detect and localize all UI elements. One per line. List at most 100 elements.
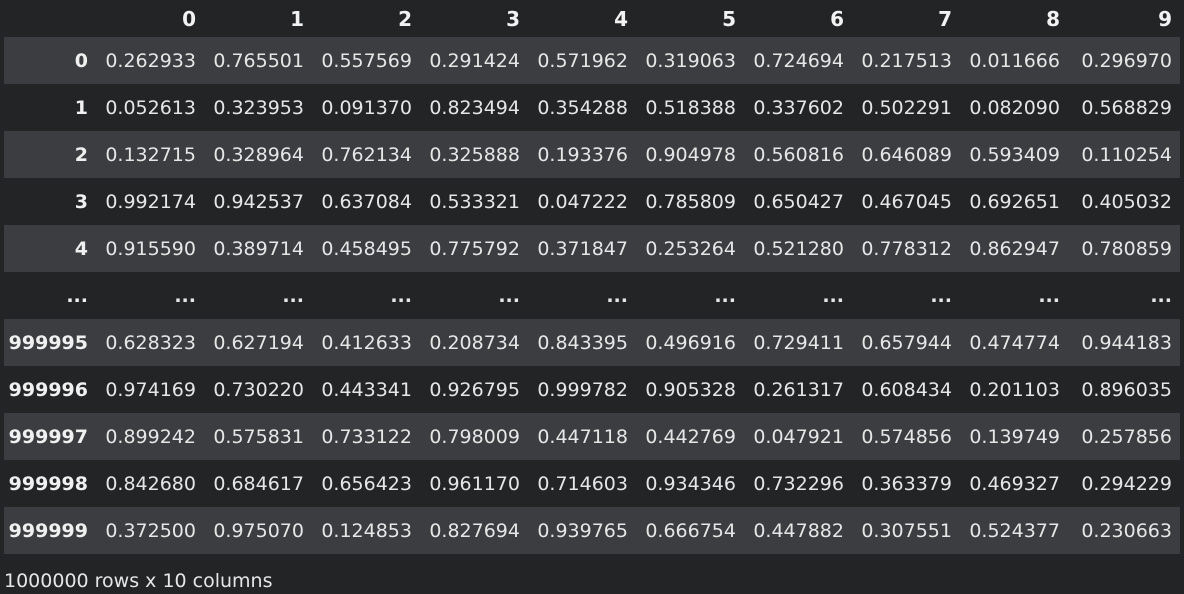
- table-cell: 0.904978: [645, 143, 736, 166]
- table-cell: 0.575831: [213, 425, 304, 448]
- table-cell: 0.091370: [321, 96, 412, 119]
- table-cell: 0.944183: [1081, 331, 1172, 354]
- table-cell: 0.217513: [861, 49, 952, 72]
- table-cell: 0.447882: [753, 519, 844, 542]
- table-row: 999995 0.628323 0.627194 0.412633 0.208734 0.…: [4, 319, 1180, 366]
- table-cell: 0.371847: [537, 237, 628, 260]
- column-header: 1: [290, 6, 304, 31]
- table-cell: 0.110254: [1081, 143, 1172, 166]
- table-body: 0 0.262933 0.765501 0.557569 0.291424 0.57196…: [4, 37, 1180, 554]
- table-cell: 0.785809: [645, 190, 736, 213]
- column-header: 7: [938, 6, 952, 31]
- table-cell: 0.666754: [645, 519, 736, 542]
- table-cell: 0.363379: [861, 472, 952, 495]
- table-cell: 0.765501: [213, 49, 304, 72]
- table-cell: 0.939765: [537, 519, 628, 542]
- table-cell: 0.778312: [861, 237, 952, 260]
- table-cell: 0.201103: [969, 378, 1060, 401]
- table-cell: 0.557569: [321, 49, 412, 72]
- table-cell: 0.323953: [213, 96, 304, 119]
- table-cell: ...: [822, 284, 844, 307]
- table-row: 999998 0.842680 0.684617 0.656423 0.961170 0.…: [4, 460, 1180, 507]
- table-cell: 0.896035: [1081, 378, 1172, 401]
- table-cell: 0.291424: [429, 49, 520, 72]
- table-cell: 0.628323: [105, 331, 196, 354]
- table-cell: ...: [930, 284, 952, 307]
- table-cell: 0.496916: [645, 331, 736, 354]
- table-cell: 0.132715: [105, 143, 196, 166]
- table-cell: 0.521280: [753, 237, 844, 260]
- column-header: 6: [830, 6, 844, 31]
- table-cell: 0.319063: [645, 49, 736, 72]
- column-header: 3: [506, 6, 520, 31]
- table-cell: ...: [390, 284, 412, 307]
- table-row: 3 0.992174 0.942537 0.637084 0.533321 0.04722…: [4, 178, 1180, 225]
- table-cell: 0.262933: [105, 49, 196, 72]
- column-header: 5: [722, 6, 736, 31]
- table-cell: 0.474774: [969, 331, 1060, 354]
- table-cell: 0.412633: [321, 331, 412, 354]
- table-cell: 0.934346: [645, 472, 736, 495]
- table-cell: 0.261317: [753, 378, 844, 401]
- column-header: 8: [1046, 6, 1060, 31]
- dataframe-table: 0 1 2 3 4 5 6 7 8 9 0 0.262933 0.765501 0.5…: [4, 0, 1180, 554]
- header-row: 0 1 2 3 4 5 6 7 8 9: [4, 0, 1180, 37]
- table-cell: 0.724694: [753, 49, 844, 72]
- table-cell: 0.650427: [753, 190, 844, 213]
- table-cell: 0.443341: [321, 378, 412, 401]
- table-cell: 0.637084: [321, 190, 412, 213]
- table-cell: 0.389714: [213, 237, 304, 260]
- row-index: 1: [74, 96, 88, 119]
- table-cell: 0.524377: [969, 519, 1060, 542]
- table-row: 999999 0.372500 0.975070 0.124853 0.827694 0.…: [4, 507, 1180, 554]
- table-cell: 0.926795: [429, 378, 520, 401]
- row-index: 999997: [8, 425, 88, 448]
- table-cell: 0.961170: [429, 472, 520, 495]
- table-cell: 0.518388: [645, 96, 736, 119]
- column-header: 0: [182, 6, 196, 31]
- table-cell: 0.775792: [429, 237, 520, 260]
- table-cell: 0.296970: [1081, 49, 1172, 72]
- table-cell: 0.574856: [861, 425, 952, 448]
- table-cell: 0.253264: [645, 237, 736, 260]
- table-cell: 0.733122: [321, 425, 412, 448]
- table-cell: 0.325888: [429, 143, 520, 166]
- table-cell: 0.193376: [537, 143, 628, 166]
- table-cell: 0.762134: [321, 143, 412, 166]
- table-cell: 0.230663: [1081, 519, 1172, 542]
- table-cell: 0.047222: [537, 190, 628, 213]
- index-header-corner: [4, 0, 96, 37]
- dataframe-shape-caption: 1000000 rows x 10 columns: [4, 570, 273, 592]
- row-index: 0: [74, 49, 88, 72]
- table-cell: 0.974169: [105, 378, 196, 401]
- table-cell: 0.729411: [753, 331, 844, 354]
- table-cell: 0.257856: [1081, 425, 1172, 448]
- table-cell: 0.047921: [753, 425, 844, 448]
- table-cell: 0.208734: [429, 331, 520, 354]
- table-cell: 0.905328: [645, 378, 736, 401]
- table-cell: 0.560816: [753, 143, 844, 166]
- column-header: 2: [398, 6, 412, 31]
- table-cell: 0.999782: [537, 378, 628, 401]
- table-cell: 0.469327: [969, 472, 1060, 495]
- table-cell: 0.568829: [1081, 96, 1172, 119]
- table-cell: 0.307551: [861, 519, 952, 542]
- column-header: 9: [1158, 6, 1172, 31]
- table-cell: 0.975070: [213, 519, 304, 542]
- table-cell: ...: [714, 284, 736, 307]
- table-cell: 0.730220: [213, 378, 304, 401]
- row-index: 2: [74, 143, 88, 166]
- table-cell: 0.942537: [213, 190, 304, 213]
- table-cell: 0.571962: [537, 49, 628, 72]
- table-cell: 0.842680: [105, 472, 196, 495]
- table-cell: 0.608434: [861, 378, 952, 401]
- table-cell: 0.798009: [429, 425, 520, 448]
- table-cell: 0.502291: [861, 96, 952, 119]
- table-cell: 0.405032: [1081, 190, 1172, 213]
- table-cell: 0.082090: [969, 96, 1060, 119]
- table-row: 4 0.915590 0.389714 0.458495 0.775792 0.37184…: [4, 225, 1180, 272]
- table-cell: 0.354288: [537, 96, 628, 119]
- table-cell: 0.533321: [429, 190, 520, 213]
- table-cell: 0.684617: [213, 472, 304, 495]
- table-row: 2 0.132715 0.328964 0.762134 0.325888 0.19337…: [4, 131, 1180, 178]
